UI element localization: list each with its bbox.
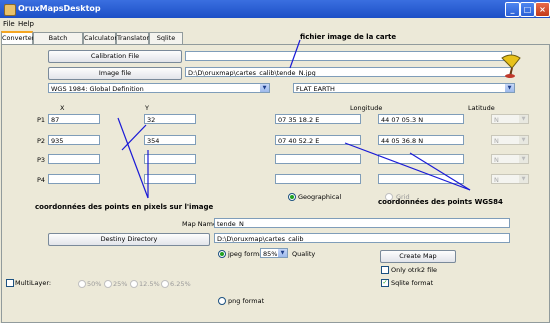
annotation-wgs84-points: coordonnées des points WGS84 xyxy=(378,198,503,206)
annotation-line-lat xyxy=(409,152,471,191)
annotation-lines xyxy=(117,39,471,199)
annotation-image-file: fichier image de la carte xyxy=(300,33,397,41)
annotation-line-p1 xyxy=(117,117,149,199)
annotation-pixel-points: coordonnées des points en pixels sur l'i… xyxy=(35,203,214,211)
annotation-line-image xyxy=(289,39,301,69)
annotation-line-lon xyxy=(344,142,471,191)
